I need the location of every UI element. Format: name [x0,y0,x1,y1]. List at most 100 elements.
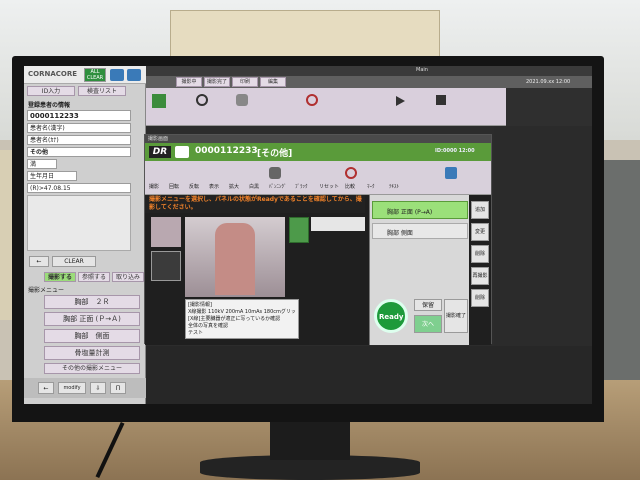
patient-figure [215,223,255,295]
dialog-toolbar: 撮影 回転 反転 表示 拡大 白黒 ﾊﾟﾝﾆﾝｸﾞ ﾌﾞﾗｯｸ リセット 比較 … [145,161,491,195]
patient-notes-area[interactable] [27,195,131,251]
tool-label-bw[interactable]: 白黒 [249,183,259,190]
main-right-header [506,88,592,126]
left-bottom-toolbar: ← modify ⇩ Π [24,378,146,398]
bottom-pause-button[interactable]: Π [110,382,126,394]
toolbar-shoot-icon[interactable] [152,94,166,108]
tool-x-icon[interactable] [445,167,457,179]
tool-label-text[interactable]: ﾃｷｽﾄ [389,183,399,190]
logo-bar: CORNACORE ALL CLEAR [24,66,146,84]
menu-item-bone-density[interactable]: 骨塩量計測 [44,346,140,360]
notes-line-3: 全体の写真を確認 [188,323,229,329]
panel-info-strip [311,217,365,231]
clear-button[interactable]: CLEAR [52,256,96,267]
age-field[interactable]: 満 [27,159,57,169]
toolbar-rotate-icon[interactable] [306,94,318,106]
menu-item-chest-2r[interactable]: 胸部 ２Ｒ [44,295,140,309]
dialog-status-time: ID:0000 12:00 [435,148,475,154]
dr-badge: DR [149,146,171,158]
left-panel: CORNACORE ALL CLEAR ID入力 検査リスト 登録患者の情報 0… [24,66,146,404]
toolbar-play-icon[interactable] [396,96,405,106]
patient-info-heading: 登録患者の情報 [28,102,71,109]
main-title: Main [416,67,428,73]
main-toolbar [146,88,506,126]
menu-title: 撮影メニュー [28,287,65,294]
tool-label-zoom[interactable]: 拡大 [229,183,239,190]
tool-label-compare[interactable]: 比較 [345,183,355,190]
monitor-screen: CORNACORE ALL CLEAR ID入力 検査リスト 登録患者の情報 0… [24,66,592,404]
side-retake-button[interactable]: 再撮影 [471,267,489,285]
refresh-icon[interactable] [110,69,124,81]
thumbnail-xray[interactable] [151,251,181,281]
main-tab-print[interactable]: 印刷 [232,77,258,87]
patient-icon [175,146,189,158]
patient-name-kanji-field[interactable]: 患者名(漢字) [27,123,131,133]
hold-button[interactable]: 保留 [414,299,442,311]
dialog-title-bar: 撮影画面 [145,135,491,143]
dialog-menu-item-front[interactable]: 胸部 正面 (P→A) [372,201,468,219]
monitor-chin [12,410,604,422]
main-tab-bar: 撮影中 撮影完了 印刷 編集 2021.09.xx 12:00 [146,76,592,88]
tab-shoot[interactable]: 撮影する [44,272,76,282]
patient-id-field[interactable]: 0000112233 [27,110,131,121]
main-tab-shooting[interactable]: 撮影中 [176,77,202,87]
bottom-back-button[interactable]: ← [38,382,54,394]
tool-label-panning[interactable]: ﾊﾟﾝﾆﾝｸﾞ [269,183,287,190]
ready-label: Ready [379,313,404,321]
toolbar-stop-icon[interactable] [436,95,446,105]
side-change-button[interactable]: 変更 [471,223,489,241]
ready-indicator[interactable]: Ready [374,299,408,333]
dialog-menu-item-side[interactable]: 胸部 側面 [372,223,468,239]
panel-indicator [289,217,309,243]
main-tab-complete[interactable]: 撮影完了 [204,77,230,87]
main-workspace [146,346,592,404]
dialog-header: DR 0000112233 [その他] ID:0000 12:00 [145,143,491,161]
notes-line-1: X線撮影 110kV 200mA 10mAs 180cmグリッドあり [188,309,296,315]
notes-title: [撮影情報] [188,302,212,308]
app-logo: CORNACORE [28,70,78,78]
tab-id-input[interactable]: ID入力 [27,86,75,96]
tool-undo-icon[interactable] [345,167,357,179]
tool-label-rotate[interactable]: 回転 [169,183,179,190]
back-arrow-button[interactable]: ← [29,256,49,267]
bottom-modify-button[interactable]: modify [58,382,86,394]
dialog-patient-id: 0000112233 [195,146,258,156]
tab-referral[interactable]: 参照する [78,272,110,282]
toolbar-search-icon[interactable] [196,94,208,106]
tool-label-mark[interactable]: ﾏｰｸ [367,183,375,190]
tool-label-flip[interactable]: 反転 [189,183,199,190]
tool-label-reset[interactable]: リセット [319,183,339,190]
dialog-window-title: 撮影画面 [148,136,169,142]
tool-label-display[interactable]: 表示 [209,183,219,190]
tool-label-black[interactable]: ﾌﾞﾗｯｸ [295,183,308,190]
patient-name-kana-field[interactable]: 患者名(ｶﾅ) [27,135,131,145]
tool-hand-icon[interactable] [269,167,281,179]
side-remove-button[interactable]: 削除 [471,289,489,307]
notes-line-4: テスト [188,330,204,336]
menu-item-chest-front[interactable]: 胸部 正面 (Ｐ→Ａ) [44,312,140,326]
main-tab-edit[interactable]: 編集 [260,77,286,87]
tab-history[interactable]: 取り込み [112,272,144,282]
toolbar-hand-icon[interactable] [236,94,248,106]
menu-item-chest-side[interactable]: 胸部 側面 [44,329,140,343]
side-delete-button[interactable]: 削除 [471,245,489,263]
selected-menu-panel: 胸部 正面 (P→A) 胸部 側面 Ready 保留 次へ 撮影確了 [369,195,469,345]
monitor-stand [270,420,350,460]
dialog-content: 撮影メニューを選択し、パネルの状態がReadyであることを確認してから、撮影して… [145,195,491,345]
bottom-download-button[interactable]: ⇩ [90,382,106,394]
tool-label-shoot[interactable]: 撮影 [149,183,159,190]
settings-icon[interactable] [127,69,141,81]
next-button[interactable]: 次へ [414,315,442,333]
main-right-panel [494,126,592,346]
confirm-button[interactable]: 撮影確了 [444,299,468,333]
tab-exam-list[interactable]: 検査リスト [78,86,126,96]
all-clear-button[interactable]: ALL CLEAR [84,68,106,82]
menu-item-other[interactable]: その他の撮影メニュー [44,363,140,374]
dialog-menu-item-front-label: 胸部 正面 (P→A) [387,209,433,216]
gender-select[interactable]: その他 [27,147,131,157]
positioning-camera-image [185,217,285,297]
side-add-button[interactable]: 追加 [471,201,489,219]
thumbnail-patient-photo[interactable] [151,217,181,247]
instruction-text: 撮影メニューを選択し、パネルの状態がReadyであることを確認してから、撮影して… [149,196,362,211]
birthdate-value[interactable]: (R)>47.08.15 [27,183,131,193]
